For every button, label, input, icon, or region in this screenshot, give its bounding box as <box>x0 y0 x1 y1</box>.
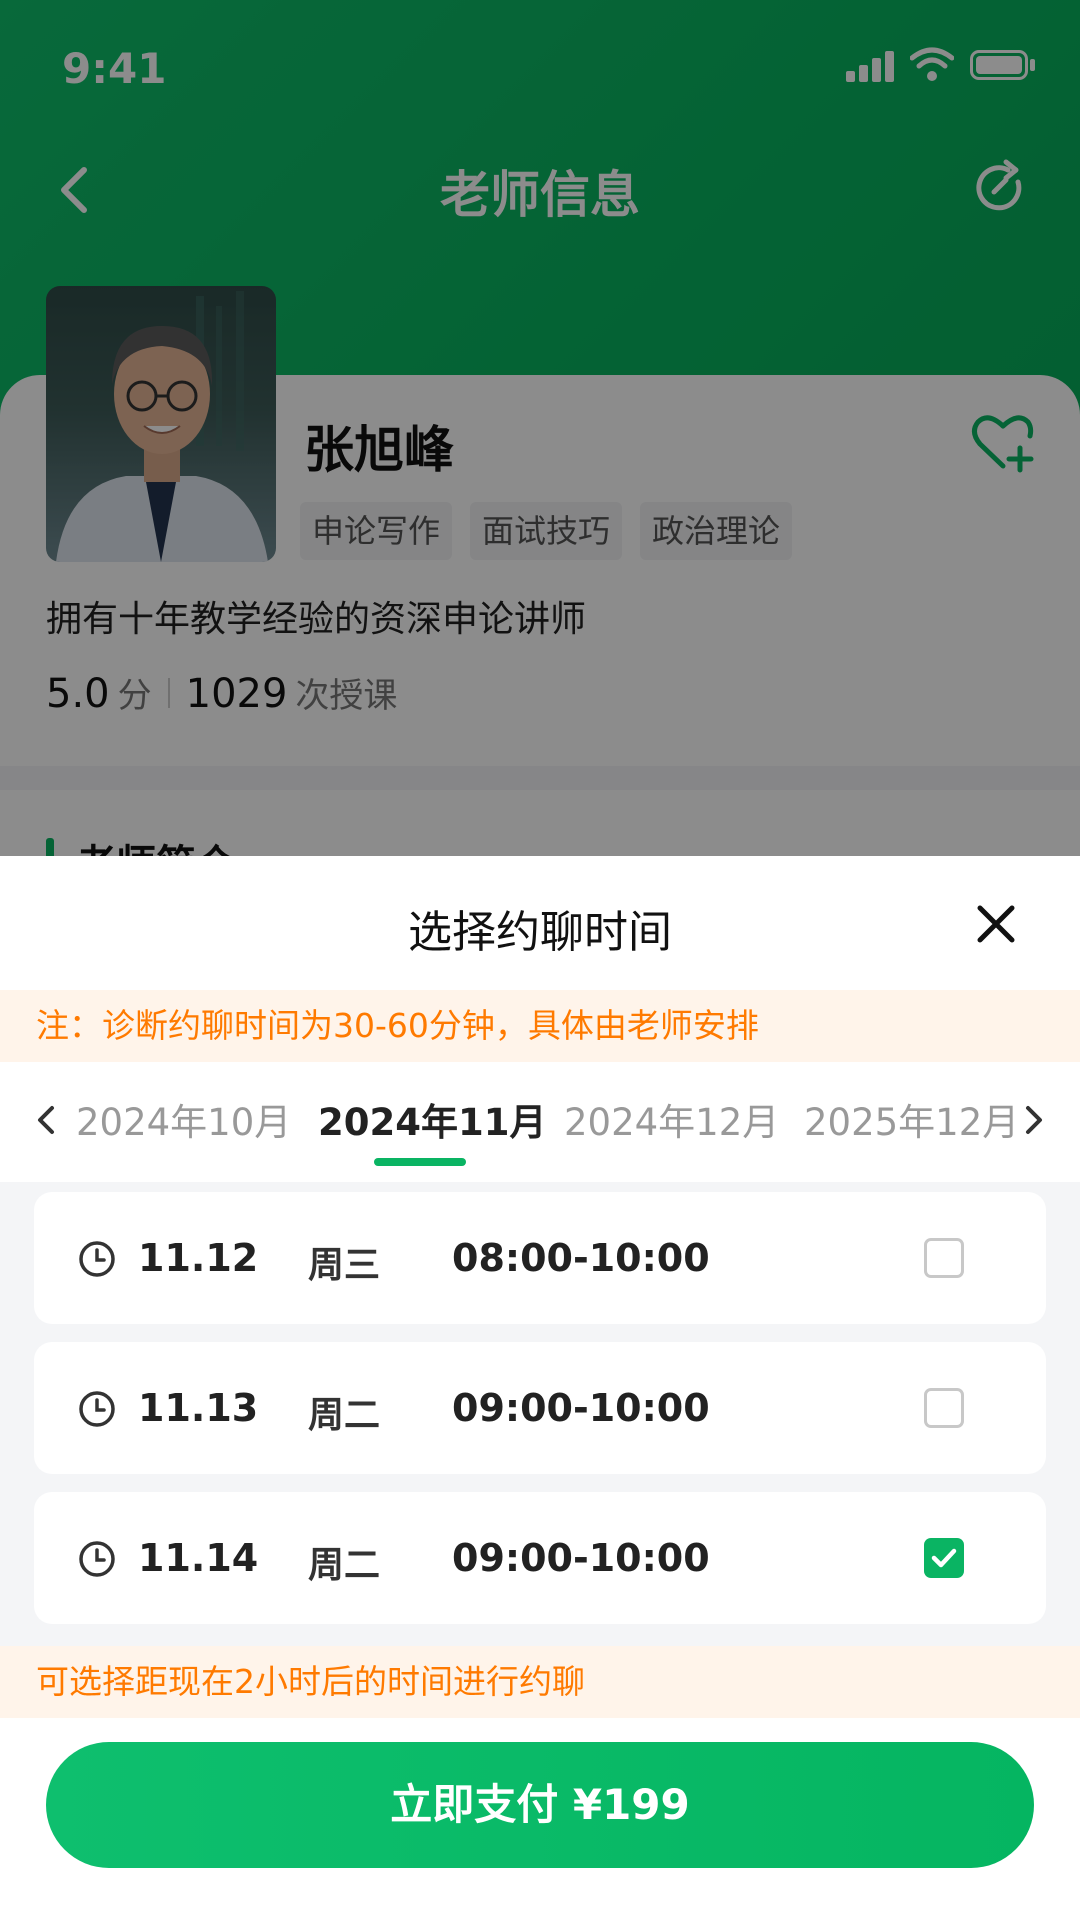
close-icon[interactable] <box>970 898 1022 950</box>
pay-now-button[interactable]: 立即支付 ¥199 <box>46 1742 1034 1868</box>
check-icon <box>931 1548 957 1568</box>
month-tab[interactable]: 2025年12月 <box>804 1092 1019 1146</box>
month-tab[interactable]: 2024年12月 <box>564 1092 779 1146</box>
checkbox-icon[interactable] <box>924 1388 964 1428</box>
duration-notice: 注：诊断约聊时间为30-60分钟，具体由老师安排 <box>0 990 1080 1062</box>
chevron-left-icon[interactable] <box>28 1100 64 1140</box>
time-slot-row[interactable]: 11.13 周二 09:00-10:00 <box>34 1342 1046 1474</box>
checkbox-icon[interactable] <box>924 1238 964 1278</box>
slot-date: 11.14 <box>138 1536 259 1580</box>
slot-weekday: 周二 <box>308 1545 381 1586</box>
active-month-indicator <box>374 1158 466 1166</box>
booking-hint: 可选择距现在2小时后的时间进行约聊 <box>0 1646 1080 1718</box>
month-tab[interactable]: 2024年10月 <box>76 1092 291 1146</box>
slot-time: 08:00-10:00 <box>452 1236 710 1280</box>
clock-icon <box>79 1241 115 1277</box>
checkbox-checked-icon[interactable] <box>924 1538 964 1578</box>
slot-date: 11.13 <box>138 1386 259 1430</box>
slot-time: 09:00-10:00 <box>452 1536 710 1580</box>
slot-date: 11.12 <box>138 1236 259 1280</box>
sheet-title: 选择约聊时间 <box>408 907 672 958</box>
time-slot-row[interactable]: 11.12 周三 08:00-10:00 <box>34 1192 1046 1324</box>
chevron-right-icon[interactable] <box>1016 1100 1052 1140</box>
modal-overlay[interactable] <box>0 0 1080 856</box>
month-tab-active[interactable]: 2024年11月 <box>318 1092 546 1146</box>
slot-weekday: 周三 <box>308 1245 381 1286</box>
clock-icon <box>79 1541 115 1577</box>
time-slot-row[interactable]: 11.14 周二 09:00-10:00 <box>34 1492 1046 1624</box>
slot-time: 09:00-10:00 <box>452 1386 710 1430</box>
slot-weekday: 周二 <box>308 1395 381 1436</box>
clock-icon <box>79 1391 115 1427</box>
